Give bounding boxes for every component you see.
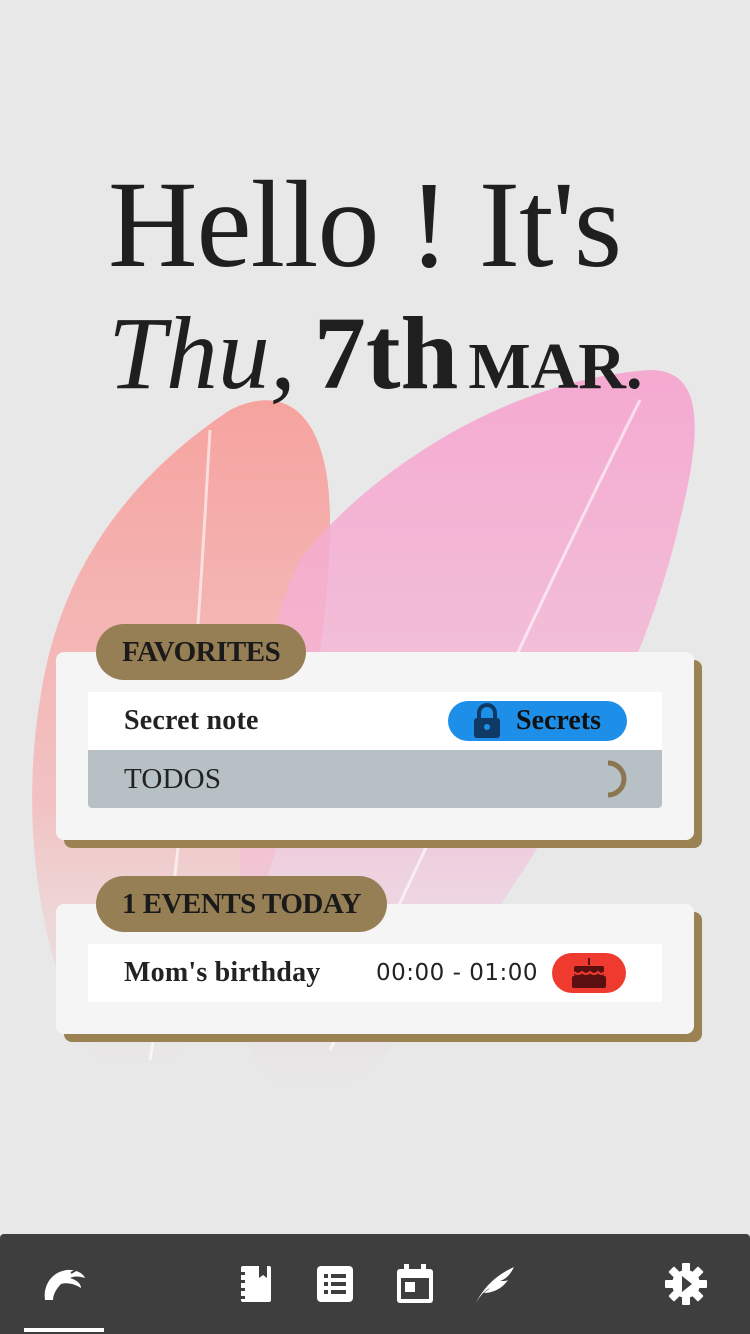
nav-feather[interactable] <box>468 1234 522 1334</box>
notebook-icon <box>239 1266 271 1302</box>
cake-icon <box>572 958 606 988</box>
secrets-tag-label: Secrets <box>516 705 601 736</box>
favorites-card: FAVORITES Secret note Secrets TODOS <box>56 624 694 840</box>
date-number: 7th <box>313 296 459 411</box>
gear-icon <box>665 1263 707 1305</box>
bottom-navigation <box>0 1234 750 1334</box>
progress-ring-icon <box>607 760 627 798</box>
secrets-tag[interactable]: Secrets <box>448 701 627 741</box>
date-day: Thu, <box>108 296 296 411</box>
favorite-item-label: TODOS <box>124 762 222 795</box>
nav-active-indicator <box>24 1328 104 1332</box>
current-date: Thu, 7th MAR. <box>108 302 643 434</box>
event-time: 00:00 - 01:00 <box>376 960 538 986</box>
nav-list[interactable] <box>310 1234 360 1334</box>
event-label: Mom's birthday <box>124 957 321 988</box>
event-item[interactable]: Mom's birthday 00:00 - 01:00 <box>88 944 662 1002</box>
favorite-item-label: Secret note <box>124 705 259 736</box>
date-month: MAR. <box>468 330 643 403</box>
feather-icon <box>476 1267 514 1303</box>
nav-notebook[interactable] <box>230 1234 280 1334</box>
calendar-icon <box>397 1264 433 1303</box>
favorite-item-todos[interactable]: TODOS <box>88 750 662 808</box>
events-card: 1 EVENTS TODAY Mom's birthday 00:00 - 01… <box>56 876 694 1034</box>
nav-settings[interactable] <box>658 1234 714 1334</box>
events-title: 1 EVENTS TODAY <box>96 876 388 932</box>
favorite-item-secret-note[interactable]: Secret note Secrets <box>88 692 662 750</box>
bird-logo-icon <box>44 1269 85 1300</box>
list-icon <box>317 1266 353 1302</box>
nav-home[interactable] <box>24 1234 104 1334</box>
favorites-title: FAVORITES <box>96 624 307 680</box>
nav-calendar[interactable] <box>390 1234 440 1334</box>
greeting-header: Hello ! It's Thu, 7th MAR. <box>108 160 642 434</box>
event-category-badge[interactable] <box>552 953 626 993</box>
greeting-title: Hello ! It's <box>108 156 622 293</box>
lock-icon <box>474 703 500 738</box>
